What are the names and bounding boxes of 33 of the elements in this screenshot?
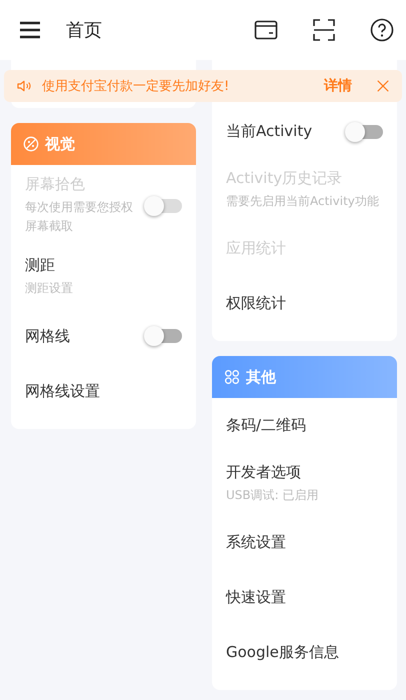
settings-item[interactable]: 测距 测距设置 xyxy=(11,246,196,309)
item-subtitle: 每次使用需要您授权屏幕截取 xyxy=(25,199,134,236)
item-title: 系统设置 xyxy=(226,533,287,552)
page-title: 首页 xyxy=(66,19,102,42)
scan-icon[interactable] xyxy=(312,18,336,42)
notice-text: 使用支付宝付款一定要先加好友! xyxy=(42,78,230,95)
settings-item[interactable]: 快速设置 xyxy=(212,570,397,626)
grid-icon xyxy=(224,369,240,386)
speaker-icon xyxy=(16,78,32,94)
item-title: 网格线 xyxy=(25,326,71,346)
item-title: 当前Activity xyxy=(226,122,314,141)
item-subtitle: 测距设置 xyxy=(25,280,74,298)
settings-item[interactable]: 网格线 xyxy=(11,308,196,364)
settings-item[interactable]: 当前Activity xyxy=(212,104,397,159)
section-title: 视觉 xyxy=(45,134,75,154)
item-title: 快速设置 xyxy=(226,588,287,608)
item-subtitle: 需要先启用当前Activity功能 xyxy=(226,193,380,210)
settings-item[interactable]: 权限统计 xyxy=(212,276,397,332)
item-subtitle: USB调试: 已启用 xyxy=(226,487,320,504)
settings-item[interactable]: 条码/二维码 xyxy=(212,398,397,454)
item-title: 测距 xyxy=(25,256,56,276)
item-title: 开发者选项 xyxy=(226,463,302,482)
settings-item[interactable]: 网格线设置 xyxy=(11,364,196,419)
item-title: Google服务信息 xyxy=(226,643,340,662)
settings-item[interactable]: 开发者选项 USB调试: 已启用 xyxy=(212,453,397,516)
settings-item[interactable]: Google服务信息 xyxy=(212,625,397,680)
item-title: 条码/二维码 xyxy=(226,416,308,436)
wallet-icon[interactable] xyxy=(254,18,278,42)
section-title: 其他 xyxy=(246,368,276,387)
settings-item[interactable]: 系统设置 xyxy=(212,515,397,570)
item-title: 权限统计 xyxy=(226,294,287,314)
item-title: 网格线设置 xyxy=(25,382,101,401)
help-icon[interactable] xyxy=(370,18,394,42)
